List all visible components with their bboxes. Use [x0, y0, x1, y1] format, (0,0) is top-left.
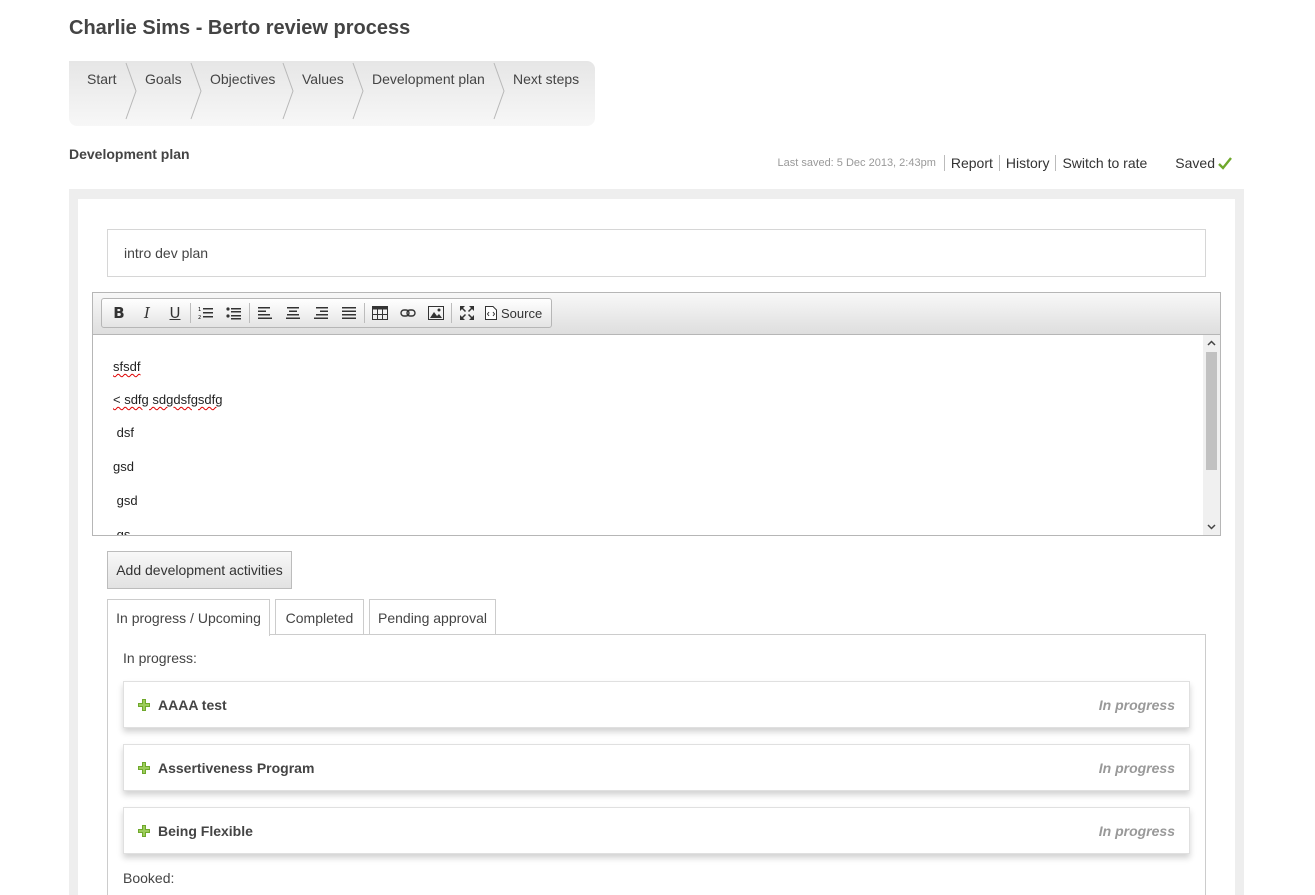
editor-line: dsf — [113, 425, 134, 440]
source-icon — [485, 306, 497, 320]
editor-line: sfsdf — [113, 359, 141, 374]
table-icon[interactable] — [366, 301, 394, 325]
source-button[interactable]: Source — [481, 301, 548, 325]
step-separator — [189, 61, 202, 121]
step-navigation: Start Goals Objectives Values Developmen… — [69, 61, 595, 126]
bold-icon[interactable]: B — [105, 301, 133, 325]
image-icon[interactable] — [422, 301, 450, 325]
svg-text:2: 2 — [198, 315, 201, 320]
underline-icon[interactable]: U — [161, 301, 189, 325]
editor-line: < sdfg sdgdsfgsdfg — [113, 392, 223, 407]
activity-status: In progress — [1098, 822, 1175, 839]
activity-title: Being Flexible — [158, 822, 253, 839]
page-title: Charlie Sims - Berto review process — [69, 17, 411, 39]
link-icon[interactable] — [394, 301, 422, 325]
last-saved-text: Last saved: 5 Dec 2013, 2:43pm — [777, 157, 936, 169]
svg-text:1: 1 — [198, 307, 201, 313]
numbered-list-icon[interactable]: 12 — [192, 301, 220, 325]
source-label: Source — [501, 305, 543, 321]
step-separator — [124, 61, 137, 121]
saved-label: Saved — [1175, 155, 1215, 171]
step-separator — [351, 61, 364, 121]
toolbar-separator — [249, 303, 250, 323]
history-link[interactable]: History — [998, 155, 1056, 171]
switch-to-rate-link[interactable]: Switch to rate — [1055, 155, 1153, 171]
editor-scrollbar[interactable] — [1203, 335, 1220, 535]
tab-pending-approval[interactable]: Pending approval — [369, 599, 496, 635]
activity-title: AAAA test — [158, 696, 227, 713]
tab-in-progress-upcoming[interactable]: In progress / Upcoming — [107, 599, 270, 636]
step-objectives[interactable]: Objectives — [210, 71, 275, 87]
intro-text-box[interactable]: intro dev plan — [107, 229, 1206, 277]
step-values[interactable]: Values — [302, 71, 344, 87]
step-next-steps[interactable]: Next steps — [513, 71, 579, 87]
toolbar-group: B I U 12 Source — [101, 298, 553, 328]
align-left-icon[interactable] — [251, 301, 279, 325]
section-title: Development plan — [69, 146, 190, 162]
activity-item[interactable]: Being Flexible In progress — [123, 807, 1190, 854]
step-goals[interactable]: Goals — [145, 71, 182, 87]
content-area: intro dev plan B I U 12 Source sfsdf < s… — [78, 199, 1235, 895]
step-separator — [492, 61, 505, 121]
plus-icon[interactable] — [138, 698, 150, 711]
in-progress-label: In progress: — [123, 650, 197, 666]
align-right-icon[interactable] — [307, 301, 335, 325]
scroll-up-icon[interactable] — [1203, 335, 1220, 351]
step-separator — [281, 61, 294, 121]
toolbar-separator — [451, 303, 452, 323]
activity-item[interactable]: Assertiveness Program In progress — [123, 744, 1190, 791]
activity-status: In progress — [1098, 696, 1175, 713]
add-development-activities-button[interactable]: Add development activities — [107, 551, 292, 589]
align-center-icon[interactable] — [279, 301, 307, 325]
scroll-thumb[interactable] — [1206, 352, 1217, 470]
rich-text-editor: B I U 12 Source sfsdf < sdfg sdgdsfgsdfg… — [92, 292, 1221, 536]
justify-icon[interactable] — [335, 301, 363, 325]
editor-line: gsd — [113, 459, 134, 474]
maximize-icon[interactable] — [453, 301, 481, 325]
report-link[interactable]: Report — [943, 155, 999, 171]
scroll-down-icon[interactable] — [1203, 519, 1220, 535]
main-panel: intro dev plan B I U 12 Source sfsdf < s… — [69, 189, 1244, 895]
saved-status: Saved — [1175, 155, 1232, 171]
italic-icon[interactable]: I — [133, 301, 161, 325]
activity-title: Assertiveness Program — [158, 759, 315, 776]
toolbar-separator — [364, 303, 365, 323]
plus-icon[interactable] — [138, 761, 150, 774]
meta-bar: Last saved: 5 Dec 2013, 2:43pm Report Hi… — [777, 154, 1232, 172]
step-development-plan[interactable]: Development plan — [372, 71, 485, 87]
toolbar-separator — [190, 303, 191, 323]
step-start[interactable]: Start — [87, 71, 117, 87]
tab-completed[interactable]: Completed — [275, 599, 364, 635]
editor-content[interactable]: sfsdf < sdfg sdgdsfgsdfg dsf gsd gsd gs — [93, 335, 1203, 535]
booked-label: Booked: — [123, 870, 175, 886]
activity-item[interactable]: AAAA test In progress — [123, 681, 1190, 728]
editor-line: gs — [113, 527, 131, 535]
check-icon — [1218, 157, 1232, 170]
bulleted-list-icon[interactable] — [220, 301, 248, 325]
tab-panel: In progress: AAAA test In progress Asser… — [107, 634, 1206, 895]
editor-line: gsd — [113, 493, 138, 508]
editor-toolbar: B I U 12 Source — [93, 293, 1220, 335]
plus-icon[interactable] — [138, 824, 150, 837]
activity-status: In progress — [1098, 759, 1175, 776]
